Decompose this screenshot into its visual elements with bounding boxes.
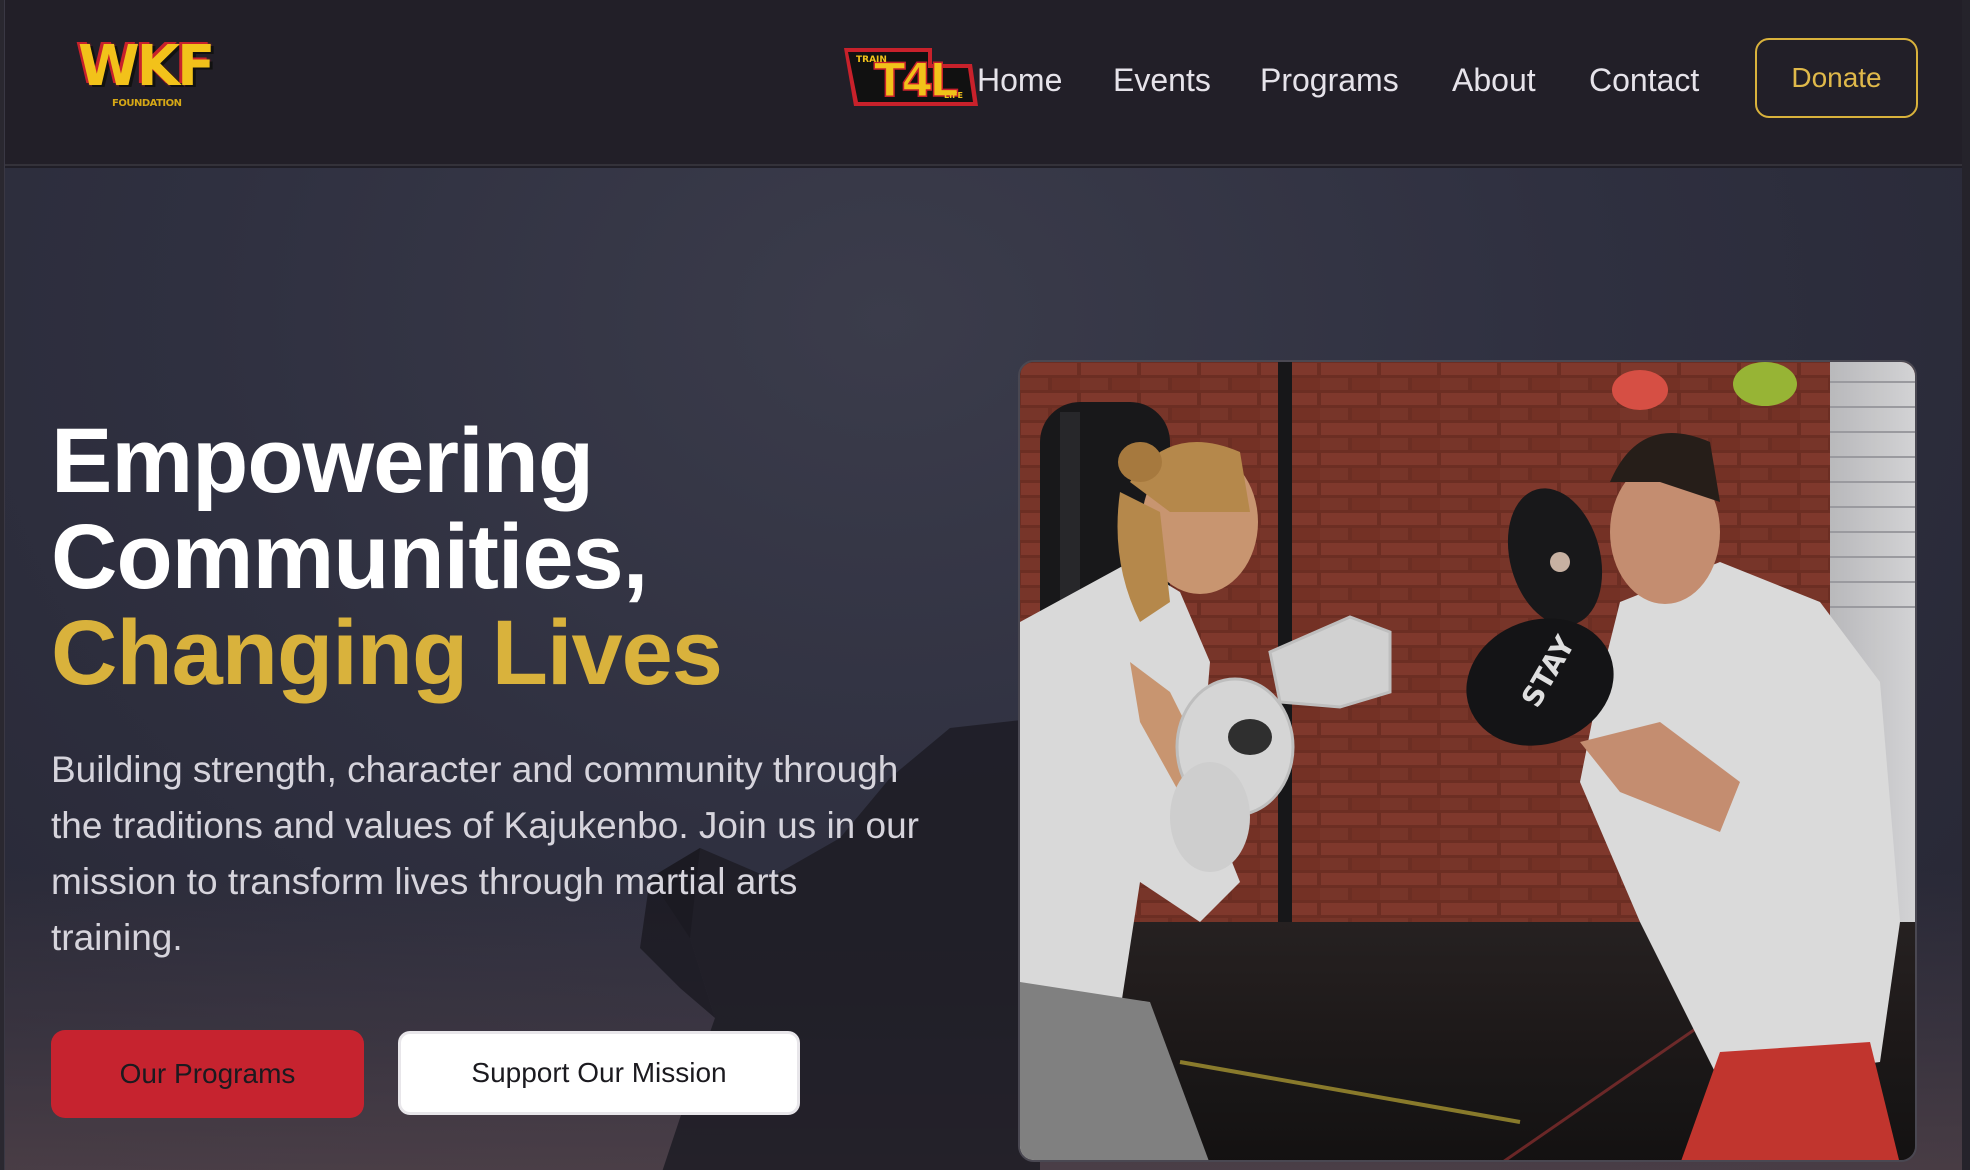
headline-line-1: Empowering	[51, 410, 594, 512]
left-window-edge	[0, 0, 5, 1170]
wkf-logo-text: WKF	[78, 34, 215, 99]
nav-contact[interactable]: Contact	[1589, 56, 1699, 104]
hero-section: Empowering Communities, Changing Lives B…	[0, 168, 1970, 1170]
nav-home[interactable]: Home	[977, 56, 1062, 104]
train-for-life-logo: T4L TRAIN LIFE	[840, 44, 978, 112]
right-window-edge	[1962, 0, 1970, 1170]
hero-boxing-photo: REYES STAY	[1018, 360, 1917, 1162]
hero-description: Building strength, character and communi…	[51, 749, 920, 958]
wkf-logo-subtext: FOUNDATION	[112, 98, 182, 109]
hero-headline: Empowering Communities, Changing Lives	[51, 413, 951, 701]
donate-button[interactable]: Donate	[1755, 38, 1918, 118]
site-header: WKF FOUNDATION T4L TRAIN LIFE Home Event…	[0, 0, 1970, 166]
nav-about[interactable]: About	[1452, 56, 1536, 104]
page: WKF FOUNDATION T4L TRAIN LIFE Home Event…	[0, 0, 1970, 1170]
our-programs-button[interactable]: Our Programs	[51, 1030, 364, 1118]
t4l-logo-top: TRAIN	[856, 55, 887, 65]
support-mission-button[interactable]: Support Our Mission	[398, 1031, 800, 1115]
nav-events[interactable]: Events	[1113, 56, 1211, 104]
headline-line-2: Communities,	[51, 506, 648, 608]
wkf-logo[interactable]: WKF FOUNDATION	[78, 36, 218, 118]
headline-accent: Changing Lives	[51, 602, 723, 704]
t4l-logo-side: LIFE	[944, 91, 963, 100]
nav-programs[interactable]: Programs	[1260, 56, 1399, 104]
